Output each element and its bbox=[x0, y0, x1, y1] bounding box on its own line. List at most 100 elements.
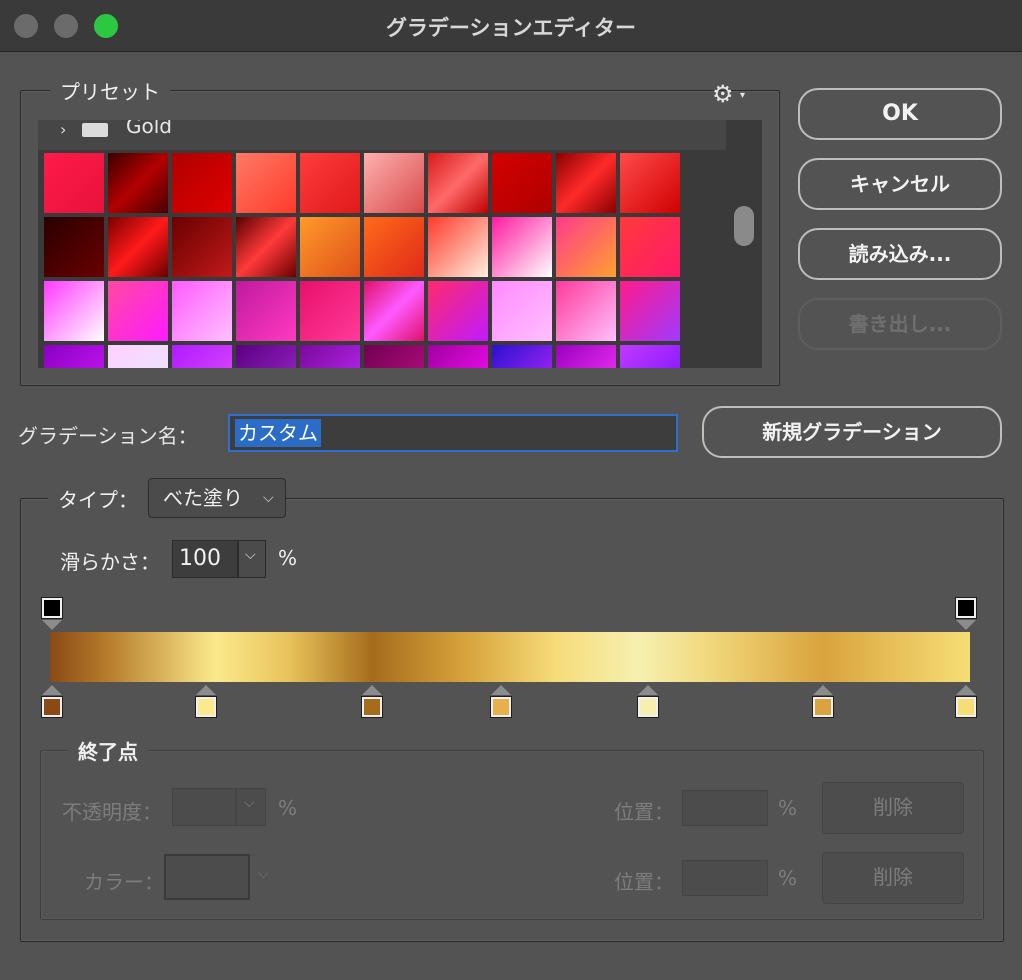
gradient-name-value: カスタム bbox=[235, 419, 321, 447]
export-button[interactable]: 書き出し... bbox=[798, 298, 1002, 350]
color-stop[interactable] bbox=[811, 696, 834, 718]
preset-swatch[interactable] bbox=[172, 153, 232, 213]
color-location-unit: % bbox=[778, 866, 798, 890]
preset-swatch[interactable] bbox=[172, 217, 232, 277]
preset-swatch[interactable] bbox=[236, 217, 296, 277]
color-location-input[interactable] bbox=[682, 860, 768, 896]
chevron-down-icon[interactable]: ⌵ bbox=[258, 866, 269, 882]
presets-list[interactable]: › Gold bbox=[38, 120, 762, 368]
preset-swatch[interactable] bbox=[556, 153, 616, 213]
preset-swatch[interactable] bbox=[108, 345, 168, 368]
opacity-location-label: 位置： bbox=[614, 800, 674, 824]
preset-swatch[interactable] bbox=[556, 281, 616, 341]
stops-label: 終了点 bbox=[68, 736, 148, 765]
color-stop[interactable] bbox=[637, 696, 659, 718]
preset-swatch[interactable] bbox=[620, 281, 680, 341]
preset-swatch[interactable] bbox=[300, 345, 360, 368]
preset-swatch[interactable] bbox=[428, 281, 488, 341]
preset-swatch[interactable] bbox=[364, 281, 424, 341]
preset-swatch[interactable] bbox=[44, 281, 104, 341]
preset-folder-row[interactable]: › Gold bbox=[38, 120, 726, 150]
opacity-input[interactable] bbox=[172, 788, 236, 826]
preset-swatch[interactable] bbox=[236, 281, 296, 341]
preset-swatch[interactable] bbox=[428, 153, 488, 213]
folder-icon bbox=[82, 123, 108, 137]
window-title: グラデーションエディター bbox=[385, 16, 637, 40]
load-button[interactable]: 読み込み... bbox=[798, 228, 1002, 280]
preset-swatch[interactable] bbox=[556, 217, 616, 277]
preset-swatch[interactable] bbox=[492, 281, 552, 341]
gradient-name-input[interactable]: カスタム bbox=[228, 414, 678, 452]
preset-swatch[interactable] bbox=[428, 217, 488, 277]
color-label: カラー： bbox=[84, 870, 164, 894]
color-stop-pointer bbox=[956, 685, 976, 695]
gradient-preview-bar[interactable] bbox=[50, 632, 970, 682]
color-swatch-field[interactable] bbox=[164, 854, 250, 900]
color-stop-pointer bbox=[638, 685, 658, 695]
smoothness-dropdown[interactable]: ⌵ bbox=[238, 540, 266, 578]
smoothness-unit: % bbox=[278, 546, 298, 570]
opacity-stop-pointer bbox=[956, 620, 976, 630]
preset-swatch[interactable] bbox=[300, 153, 360, 213]
smoothness-input[interactable]: 100 bbox=[172, 540, 238, 578]
preset-swatch[interactable] bbox=[44, 153, 104, 213]
new-gradient-button[interactable]: 新規グラデーション bbox=[702, 406, 1002, 458]
color-stop[interactable] bbox=[195, 696, 218, 718]
preset-swatch[interactable] bbox=[428, 345, 488, 368]
opacity-label: 不透明度： bbox=[62, 800, 162, 824]
opacity-unit: % bbox=[278, 796, 298, 820]
preset-swatch[interactable] bbox=[108, 217, 168, 277]
preset-swatch[interactable] bbox=[108, 281, 168, 341]
color-stop[interactable] bbox=[955, 696, 977, 718]
preset-swatch[interactable] bbox=[108, 153, 168, 213]
preset-swatch[interactable] bbox=[44, 345, 104, 368]
smoothness-label: 滑らかさ： bbox=[60, 550, 160, 574]
preset-swatch[interactable] bbox=[236, 153, 296, 213]
chevron-down-icon[interactable]: ▾ bbox=[740, 90, 745, 101]
preset-swatch[interactable] bbox=[300, 217, 360, 277]
color-stop-pointer bbox=[42, 685, 62, 695]
opacity-stop-pointer bbox=[42, 620, 62, 630]
preset-swatch-grid bbox=[44, 153, 680, 368]
color-stop[interactable] bbox=[489, 696, 512, 718]
ok-button[interactable]: OK bbox=[798, 88, 1002, 140]
chevron-right-icon[interactable]: › bbox=[60, 120, 66, 139]
color-stop[interactable] bbox=[361, 696, 383, 718]
gradient-type-select[interactable]: べた塗り ⌵ bbox=[148, 478, 286, 518]
preset-swatch[interactable] bbox=[492, 345, 552, 368]
preset-swatch[interactable] bbox=[492, 217, 552, 277]
opacity-dropdown[interactable]: ⌵ bbox=[236, 788, 266, 826]
title-bar: グラデーションエディター bbox=[0, 0, 1022, 52]
preset-swatch[interactable] bbox=[364, 153, 424, 213]
preset-swatch[interactable] bbox=[620, 217, 680, 277]
color-location-label: 位置： bbox=[614, 870, 674, 894]
opacity-stop[interactable] bbox=[41, 597, 63, 619]
opacity-location-input[interactable] bbox=[682, 790, 768, 826]
color-stop[interactable] bbox=[41, 696, 63, 718]
color-delete-button[interactable]: 削除 bbox=[822, 852, 964, 904]
cancel-button[interactable]: キャンセル bbox=[798, 158, 1002, 210]
gradient-name-label: グラデーション名： bbox=[18, 424, 198, 448]
preset-swatch[interactable] bbox=[556, 345, 616, 368]
color-stop-pointer bbox=[196, 685, 217, 695]
opacity-stop[interactable] bbox=[955, 597, 977, 619]
color-stop-pointer bbox=[812, 685, 833, 695]
preset-swatch[interactable] bbox=[364, 217, 424, 277]
opacity-delete-button[interactable]: 削除 bbox=[822, 782, 964, 834]
preset-swatch[interactable] bbox=[172, 281, 232, 341]
preset-swatch[interactable] bbox=[236, 345, 296, 368]
type-label: タイプ： bbox=[48, 484, 148, 513]
preset-swatch[interactable] bbox=[620, 153, 680, 213]
gear-icon[interactable]: ⚙ bbox=[712, 80, 734, 108]
preset-swatch[interactable] bbox=[364, 345, 424, 368]
color-stop-pointer bbox=[490, 685, 511, 695]
gradient-type-value: べた塗り bbox=[163, 486, 243, 510]
presets-scrollbar[interactable] bbox=[734, 206, 754, 246]
preset-swatch[interactable] bbox=[172, 345, 232, 368]
preset-swatch[interactable] bbox=[492, 153, 552, 213]
opacity-location-unit: % bbox=[778, 796, 798, 820]
preset-swatch[interactable] bbox=[44, 217, 104, 277]
preset-folder-name: Gold bbox=[126, 120, 172, 138]
preset-swatch[interactable] bbox=[300, 281, 360, 341]
preset-swatch[interactable] bbox=[620, 345, 680, 368]
